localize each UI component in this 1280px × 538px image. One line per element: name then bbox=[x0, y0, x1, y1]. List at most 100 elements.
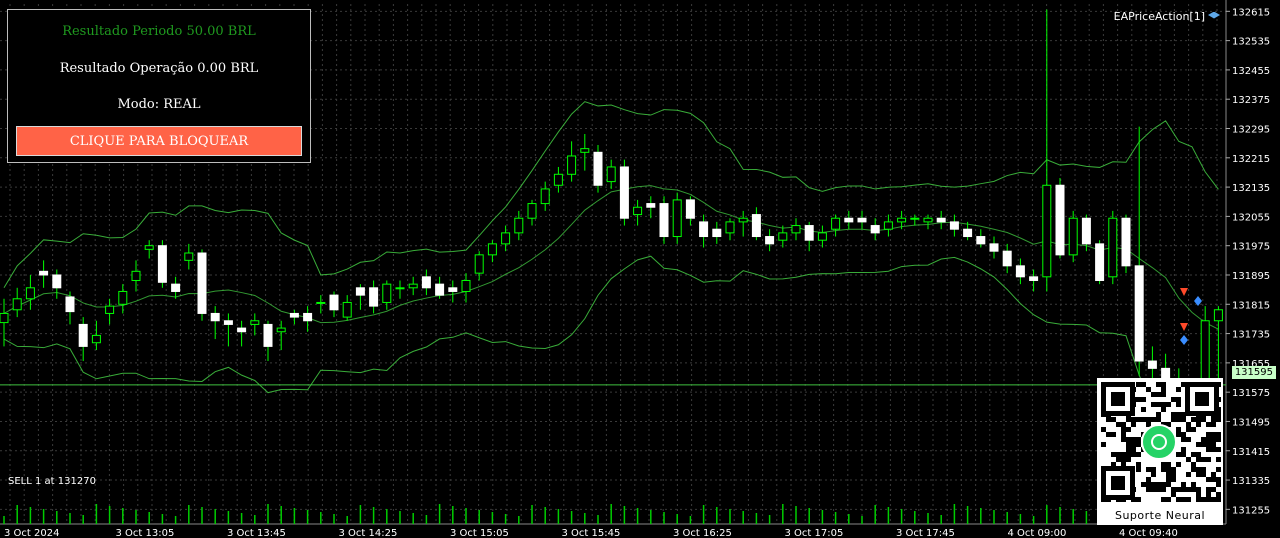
operation-result-label: Resultado Operação 0.00 BRL bbox=[59, 61, 259, 76]
candle-body bbox=[580, 148, 590, 153]
price-tick-label: 131495 bbox=[1232, 417, 1270, 428]
graduation-cap-icon bbox=[1208, 11, 1220, 19]
candle-body bbox=[976, 236, 986, 245]
candle-body bbox=[765, 236, 775, 245]
band-line bbox=[3, 255, 1219, 479]
candle-body bbox=[1042, 184, 1052, 278]
ea-control-panel: Resultado Periodo 50.00 BRL Resultado Op… bbox=[7, 9, 311, 163]
candle-body bbox=[1029, 276, 1039, 281]
period-result-label: Resultado Periodo 50.00 BRL bbox=[62, 24, 256, 39]
price-tick-label: 132535 bbox=[1232, 37, 1270, 48]
candle-body bbox=[237, 327, 247, 333]
candle-body bbox=[1108, 217, 1118, 278]
time-tick-label: 3 Oct 14:25 bbox=[339, 528, 398, 538]
candle-body bbox=[870, 225, 880, 234]
candle-body bbox=[923, 217, 933, 223]
current-price-tag: 131595 bbox=[1231, 366, 1276, 379]
candle-body bbox=[1147, 360, 1157, 369]
candle-body bbox=[276, 327, 286, 333]
candle-body bbox=[52, 274, 62, 289]
candle-body bbox=[342, 301, 352, 318]
candle-body bbox=[461, 279, 471, 292]
candle-body bbox=[289, 312, 299, 318]
candle-body bbox=[1055, 184, 1065, 256]
candle-body bbox=[606, 166, 616, 183]
time-tick-label: 3 Oct 2024 bbox=[4, 528, 59, 538]
candle-body bbox=[1095, 243, 1105, 281]
price-tick-label: 131575 bbox=[1232, 388, 1270, 399]
candle-body bbox=[12, 298, 22, 311]
qr-title: Suporte Neural bbox=[1114, 509, 1206, 522]
candle-body bbox=[184, 252, 194, 261]
price-tick-label: 132295 bbox=[1232, 125, 1270, 136]
price-tick-label: 132055 bbox=[1232, 212, 1270, 223]
candle-body bbox=[804, 225, 814, 241]
candle-body bbox=[65, 296, 75, 313]
price-tick-label: 132135 bbox=[1232, 183, 1270, 194]
ea-name: EAPriceAction[1] bbox=[1113, 10, 1205, 23]
whatsapp-icon bbox=[1141, 424, 1177, 460]
candle-body bbox=[131, 270, 141, 281]
candle-body bbox=[672, 199, 682, 238]
price-tick-label: 131975 bbox=[1232, 242, 1270, 253]
price-tick-label: 131895 bbox=[1232, 271, 1270, 282]
candle-body bbox=[0, 312, 9, 324]
candle-body bbox=[157, 245, 167, 283]
price-tick-label: 131335 bbox=[1232, 476, 1270, 487]
qr-code[interactable]: Suporte Neural bbox=[1097, 378, 1223, 525]
price-tick-label: 132215 bbox=[1232, 154, 1270, 165]
mode-label: Modo: REAL bbox=[117, 97, 201, 112]
candle-body bbox=[791, 225, 801, 234]
buy-marker-icon bbox=[1180, 335, 1188, 345]
candle-body bbox=[685, 199, 695, 219]
candle-body bbox=[421, 276, 431, 289]
candle-body bbox=[712, 228, 722, 238]
candle-body bbox=[831, 217, 841, 230]
candle-body bbox=[263, 323, 273, 347]
price-tick-label: 131255 bbox=[1232, 505, 1270, 516]
time-tick-label: 3 Oct 17:45 bbox=[896, 528, 955, 538]
price-tick-label: 132455 bbox=[1232, 66, 1270, 77]
candle-body bbox=[250, 320, 260, 325]
candle-body bbox=[963, 228, 973, 238]
candle-body bbox=[738, 217, 748, 223]
candle-body bbox=[619, 166, 629, 219]
candle-body bbox=[1002, 250, 1012, 267]
candle-body bbox=[369, 287, 379, 307]
candle-body bbox=[1068, 217, 1078, 256]
candle-body bbox=[1081, 217, 1091, 245]
candle-body bbox=[883, 221, 893, 230]
candle-body bbox=[355, 287, 365, 296]
candle-body bbox=[25, 287, 35, 300]
time-tick-label: 3 Oct 15:05 bbox=[450, 528, 509, 538]
time-tick-label: 3 Oct 13:45 bbox=[227, 528, 286, 538]
time-tick-label: 4 Oct 09:00 bbox=[1008, 528, 1067, 538]
candle-body bbox=[501, 232, 511, 245]
candle-body bbox=[329, 294, 339, 311]
time-tick-label: 3 Oct 13:05 bbox=[116, 528, 175, 538]
candle-body bbox=[1134, 265, 1144, 362]
price-tick-label: 132375 bbox=[1232, 95, 1270, 106]
candle-body bbox=[144, 245, 154, 250]
candle-body bbox=[408, 283, 418, 289]
candle-body bbox=[936, 217, 946, 223]
candle-body bbox=[105, 305, 115, 314]
candle-body bbox=[910, 217, 920, 220]
expert-advisor-label[interactable]: EAPriceAction[1] bbox=[1114, 10, 1220, 23]
candle-body bbox=[1200, 320, 1210, 384]
candle-body bbox=[395, 287, 405, 290]
candle-body bbox=[1121, 217, 1131, 267]
candle-body bbox=[778, 232, 788, 241]
candle-body bbox=[303, 312, 313, 322]
candle-body bbox=[897, 217, 907, 223]
time-tick-label: 3 Oct 17:05 bbox=[785, 528, 844, 538]
price-tick-label: 131815 bbox=[1232, 300, 1270, 311]
candle-body bbox=[567, 155, 577, 175]
trade-note: SELL 1 at 131270 bbox=[8, 476, 96, 487]
candle-body bbox=[448, 287, 458, 292]
candle-body bbox=[633, 206, 643, 216]
candle-body bbox=[646, 203, 656, 208]
candle-body bbox=[659, 203, 669, 238]
time-tick-label: 3 Oct 16:25 bbox=[673, 528, 732, 538]
lock-button[interactable]: CLIQUE PARA BLOQUEAR bbox=[16, 126, 302, 156]
